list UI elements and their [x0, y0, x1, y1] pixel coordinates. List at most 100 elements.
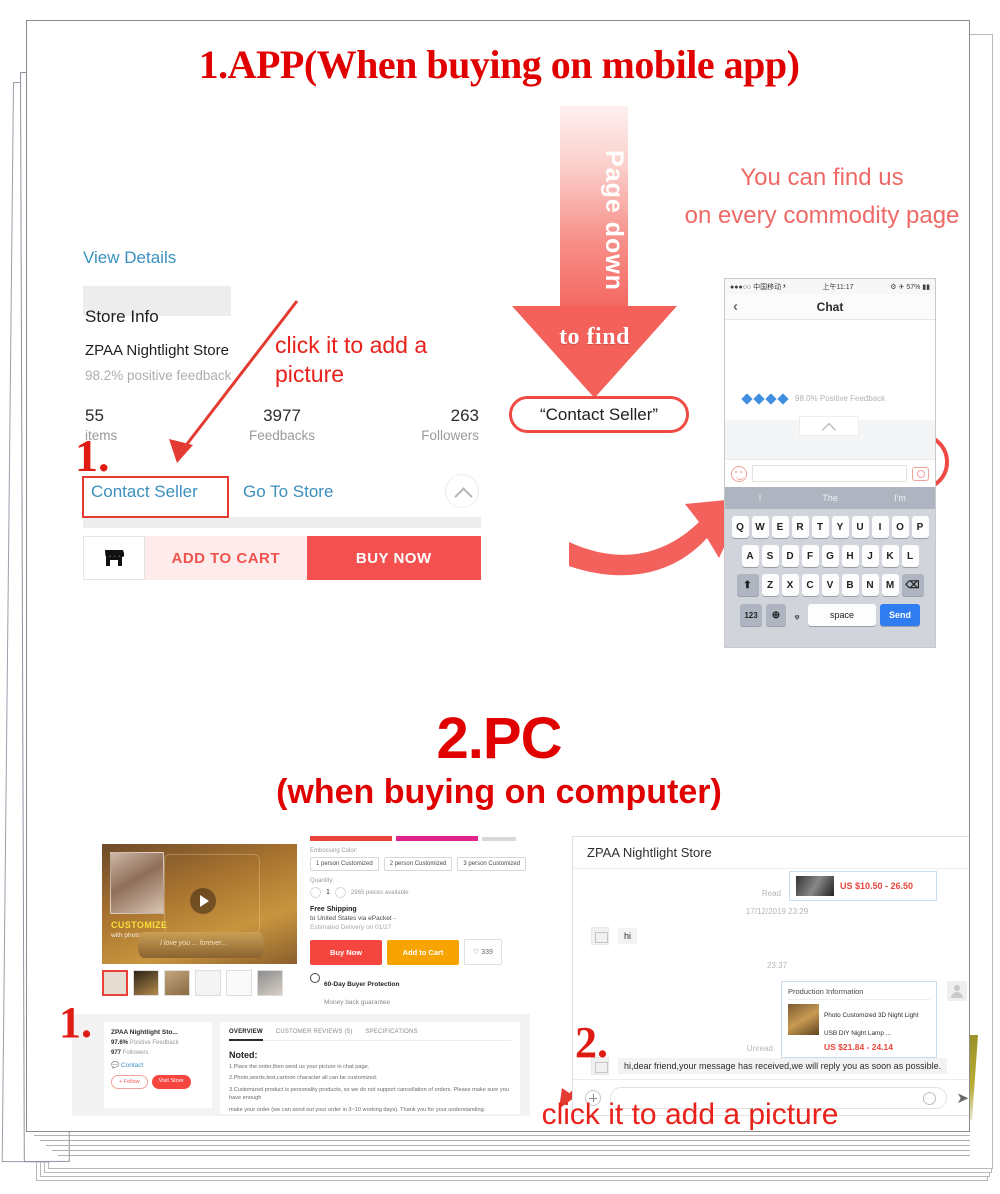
store-info-heading: Store Info: [85, 307, 159, 326]
protection-title: 60-Day Buyer Protection: [324, 981, 400, 988]
buyer-avatar: [947, 981, 967, 1001]
store-stats: 55 items 3977 Feedbacks 263 Followers: [85, 406, 479, 443]
key-w[interactable]: W: [751, 516, 769, 538]
keyboard-suggestions: I The I'm: [725, 487, 935, 509]
key-i[interactable]: I: [871, 516, 889, 538]
key-o[interactable]: O: [891, 516, 909, 538]
thumbnail-5[interactable]: [226, 970, 252, 996]
key-l[interactable]: L: [901, 545, 919, 567]
key-numbers[interactable]: 123: [740, 604, 762, 626]
view-details-link[interactable]: View Details: [83, 248, 176, 268]
thumbnail-3[interactable]: [164, 970, 190, 996]
chat-auto-reply-text: hi,dear friend,your message has received…: [618, 1058, 948, 1074]
back-icon[interactable]: ‹: [733, 298, 738, 315]
store-icon-button[interactable]: [83, 536, 145, 580]
embossing-options: 1 person Customized 2 person Customized …: [310, 857, 528, 871]
key-r[interactable]: R: [791, 516, 809, 538]
camera-icon[interactable]: [912, 466, 929, 481]
suggestion-2[interactable]: The: [795, 493, 865, 503]
thumbnail-6[interactable]: [257, 970, 283, 996]
favorite-button[interactable]: ♡ 339: [464, 939, 502, 965]
store-name[interactable]: ZPAA Nightlight Store: [85, 342, 229, 359]
shift-icon[interactable]: ⬆: [736, 574, 759, 596]
key-z[interactable]: Z: [761, 574, 779, 596]
backspace-icon[interactable]: ⌫: [901, 574, 924, 596]
visit-store-button[interactable]: Visit Store: [151, 1075, 191, 1089]
phone-message-input[interactable]: [752, 465, 907, 482]
key-j[interactable]: J: [861, 545, 879, 567]
follow-button[interactable]: + Follow: [111, 1075, 148, 1089]
product-hero-image[interactable]: CUSTOMIZE with photo & text I love you .…: [102, 844, 297, 964]
option-2-person[interactable]: 2 person Customized: [383, 857, 453, 871]
production-product-price: US $21.84 - 24.14: [824, 1042, 893, 1052]
key-k[interactable]: K: [881, 545, 899, 567]
pc-chat-window: ZPAA Nightlight Store US $10.50 - 26.50 …: [572, 836, 969, 1116]
quantity-stepper[interactable]: 1 2965 pieces available: [310, 887, 528, 898]
add-to-cart-button[interactable]: ADD TO CART: [145, 536, 307, 580]
step-marker-2-pc: 2.: [575, 1018, 608, 1067]
pc-section-subtitle: (when buying on computer): [276, 773, 722, 811]
diamond-icon: [753, 392, 765, 405]
emoji-icon[interactable]: [731, 465, 747, 482]
product-buy-panel: Embossing Color: 1 person Customized 2 p…: [310, 836, 528, 1009]
send-key[interactable]: Send: [880, 604, 920, 626]
chat-production-information-card[interactable]: Production Information Photo Customized …: [781, 981, 937, 1058]
suggestion-1[interactable]: I: [725, 493, 795, 503]
key-y[interactable]: Y: [831, 516, 849, 538]
pc-add-to-cart-button[interactable]: Add to Cart: [387, 939, 459, 965]
microphone-icon[interactable]: ᵩ: [790, 604, 804, 626]
key-d[interactable]: D: [781, 545, 799, 567]
protection-sub: Money back guarantee: [324, 999, 391, 1006]
chat-hi-text: hi: [618, 928, 638, 944]
purchase-bar: ADD TO CART BUY NOW: [83, 536, 481, 580]
contact-seller-highlight-box: [82, 476, 229, 518]
pc-buy-now-button[interactable]: Buy Now: [310, 939, 382, 965]
pc-store-name[interactable]: ZPAA Nightlight Sto...: [111, 1029, 205, 1036]
key-g[interactable]: G: [821, 545, 839, 567]
key-t[interactable]: T: [811, 516, 829, 538]
key-c[interactable]: C: [801, 574, 819, 596]
key-x[interactable]: X: [781, 574, 799, 596]
key-space[interactable]: space: [808, 604, 876, 626]
quantity-label: Quantity:: [310, 878, 335, 884]
buy-now-button[interactable]: BUY NOW: [306, 536, 481, 580]
tab-overview[interactable]: OVERVIEW: [229, 1029, 263, 1041]
key-s[interactable]: S: [761, 545, 779, 567]
chat-product-bubble-top[interactable]: US $10.50 - 26.50: [789, 871, 937, 901]
key-h[interactable]: H: [841, 545, 859, 567]
chevron-up-icon[interactable]: [445, 474, 479, 508]
thumbnail-2[interactable]: [133, 970, 159, 996]
option-3-person[interactable]: 3 person Customized: [457, 857, 527, 871]
key-m[interactable]: M: [881, 574, 899, 596]
key-b[interactable]: B: [841, 574, 859, 596]
key-p[interactable]: P: [911, 516, 929, 538]
mobile-store-card: View Details Store Info ZPAA Nightlight …: [63, 236, 481, 606]
globe-icon[interactable]: ⊕: [766, 604, 786, 626]
key-n[interactable]: N: [861, 574, 879, 596]
quantity-minus-icon[interactable]: [310, 887, 321, 898]
option-1-person[interactable]: 1 person Customized: [310, 857, 379, 871]
go-to-store-button[interactable]: Go To Store: [243, 482, 333, 502]
pc-contact-link[interactable]: 💬 Contact: [111, 1061, 205, 1069]
promo-tagline: [310, 836, 528, 841]
thumbnail-1[interactable]: [102, 970, 128, 996]
key-u[interactable]: U: [851, 516, 869, 538]
suggestion-3[interactable]: I'm: [865, 493, 935, 503]
send-icon[interactable]: ➤: [956, 1089, 969, 1107]
key-q[interactable]: Q: [731, 516, 749, 538]
tab-specifications[interactable]: SPECIFICATIONS: [365, 1029, 417, 1035]
tab-customer-reviews[interactable]: CUSTOMER REVIEWS (5): [276, 1029, 353, 1035]
embossing-color-label: Embossing Color:: [310, 848, 358, 854]
key-a[interactable]: A: [741, 545, 759, 567]
key-f[interactable]: F: [801, 545, 819, 567]
keyboard-row-4: 123 ⊕ ᵩ space Send: [725, 604, 935, 626]
key-v[interactable]: V: [821, 574, 839, 596]
phone-mockup: ●●●○○ 中国移动 ᵜ 上午11:17 ⚙ ✈ 57% ▮▮ ‹ Chat 9…: [724, 278, 936, 648]
play-icon[interactable]: [190, 888, 216, 914]
phone-keyboard: I The I'm Q W E R T Y U I O P A S D F G …: [725, 487, 935, 647]
pc-store-followers: 977 Followers: [111, 1050, 205, 1056]
key-e[interactable]: E: [771, 516, 789, 538]
phone-collapse-chevron-icon[interactable]: [799, 416, 859, 436]
quantity-plus-icon[interactable]: [334, 887, 346, 898]
thumbnail-4[interactable]: [195, 970, 221, 996]
